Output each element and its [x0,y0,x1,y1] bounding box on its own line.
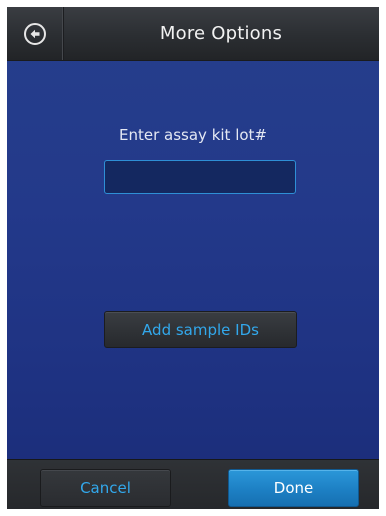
lot-number-input[interactable] [104,160,296,194]
page-title: More Options [159,23,283,44]
title-bar: More Options [7,7,379,61]
back-arrow-icon [24,22,46,45]
back-button[interactable] [7,7,64,60]
done-button[interactable]: Done [228,469,359,507]
lot-number-label: Enter assay kit lot# [119,126,267,144]
app-screen: More Options [7,7,379,509]
cancel-button[interactable]: Cancel [40,469,171,507]
add-sample-ids-button[interactable]: Add sample IDs [104,311,297,348]
